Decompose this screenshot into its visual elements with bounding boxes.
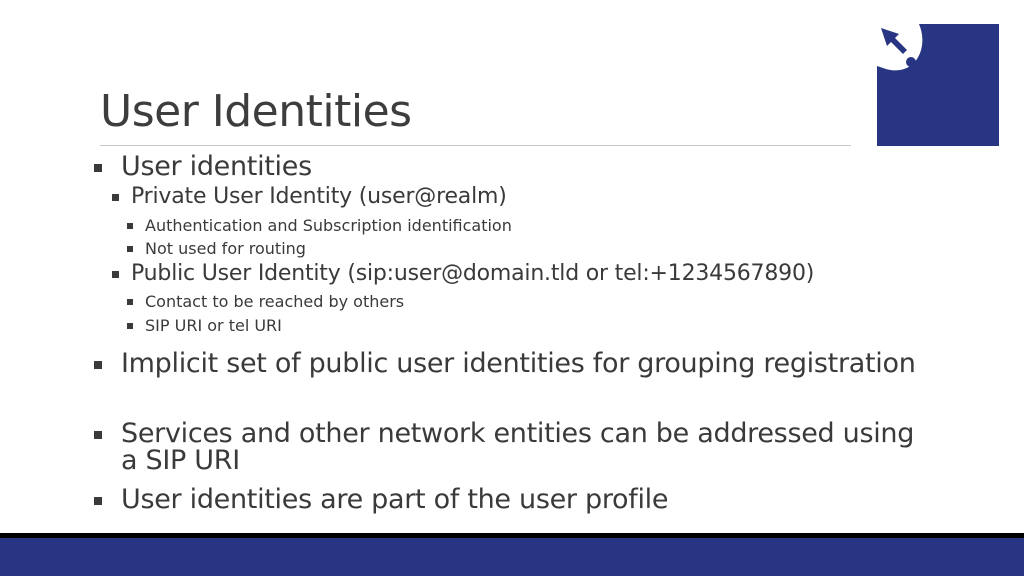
square-bullet-icon bbox=[127, 246, 133, 252]
square-bullet-icon bbox=[94, 361, 102, 369]
square-bullet-icon bbox=[94, 497, 102, 505]
bullet-text: Not used for routing bbox=[145, 239, 306, 258]
square-bullet-icon bbox=[127, 323, 133, 329]
bullet-text: SIP URI or tel URI bbox=[145, 316, 282, 335]
square-bullet-icon bbox=[127, 223, 133, 229]
bullet-text: User identities are part of the user pro… bbox=[121, 484, 669, 515]
bullet-text: Contact to be reached by others bbox=[145, 292, 405, 311]
bullet-text: Implicit set of public user identities f… bbox=[121, 348, 916, 379]
slide: User Identities User identities Private … bbox=[0, 0, 1024, 576]
square-bullet-icon bbox=[94, 431, 102, 439]
square-bullet-icon bbox=[112, 271, 119, 278]
bullet-text: Public User Identity (sip:user@domain.tl… bbox=[131, 261, 815, 286]
square-bullet-icon bbox=[127, 299, 133, 305]
square-bullet-icon bbox=[94, 164, 102, 172]
bullet-text: User identities bbox=[121, 151, 312, 182]
bullet-text: Authentication and Subscription identifi… bbox=[145, 216, 512, 235]
square-bullet-icon bbox=[112, 194, 119, 201]
bullet-text: Services and other network entities can … bbox=[121, 418, 915, 476]
bullet-list: User identities Private User Identity (u… bbox=[0, 0, 1024, 576]
bullet-text: Private User Identity (user@realm) bbox=[131, 184, 507, 209]
footer-bar bbox=[0, 538, 1024, 576]
